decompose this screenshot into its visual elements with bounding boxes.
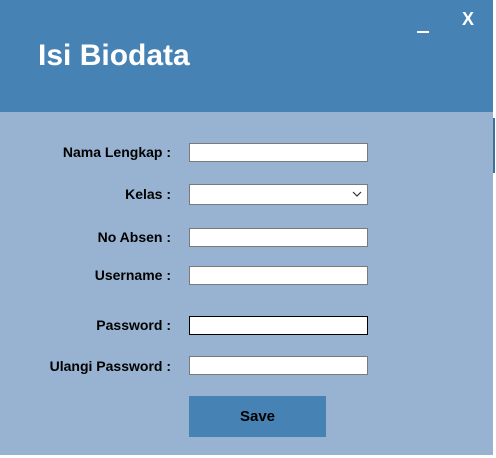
nama-lengkap-label: Nama Lengkap :	[62, 144, 171, 160]
username-input[interactable]	[189, 266, 368, 285]
minimize-button[interactable]	[414, 14, 434, 34]
close-button[interactable]: X	[457, 9, 479, 31]
password-label: Password :	[96, 317, 171, 333]
page-title: Isi Biodata	[38, 39, 190, 72]
biodata-window: Isi Biodata X Nama Lengkap : Kelas : No …	[0, 0, 493, 455]
nama-lengkap-input[interactable]	[189, 143, 368, 162]
kelas-select[interactable]	[189, 184, 368, 205]
header-bar: Isi Biodata X	[0, 0, 493, 112]
no-absen-label: No Absen :	[97, 229, 171, 245]
save-button[interactable]: Save	[189, 396, 326, 437]
minimize-icon	[417, 31, 429, 33]
chevron-down-icon	[352, 191, 362, 197]
password-input[interactable]	[189, 316, 368, 335]
scrollbar-thumb[interactable]	[493, 118, 495, 173]
kelas-label: Kelas :	[125, 186, 171, 202]
ulangi-password-input[interactable]	[189, 356, 368, 375]
no-absen-input[interactable]	[189, 228, 368, 247]
username-label: Username :	[94, 267, 171, 283]
ulangi-password-label: Ulangi Password :	[49, 358, 171, 374]
